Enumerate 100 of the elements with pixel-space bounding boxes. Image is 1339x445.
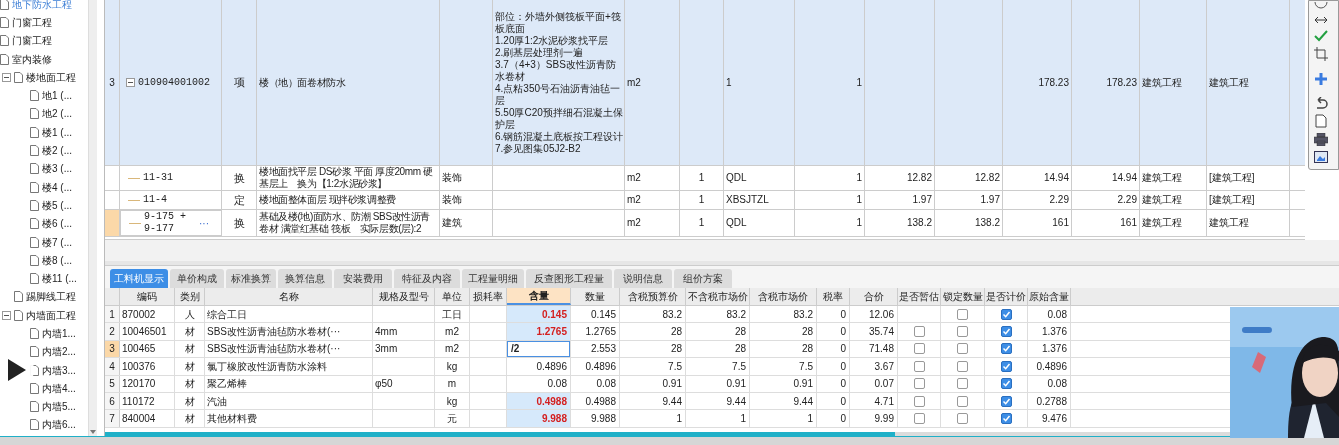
tree-item[interactable]: 地1 (... xyxy=(42,88,72,104)
tree-item[interactable]: 门窗工程 xyxy=(12,14,52,30)
checkbox[interactable] xyxy=(913,343,925,355)
tree-item[interactable]: 内墙4... xyxy=(42,380,76,396)
tree-item[interactable]: 楼地面工程 xyxy=(26,69,76,85)
checkbox[interactable] xyxy=(957,308,968,320)
table-cell-text: 建筑工程 xyxy=(1141,76,1183,89)
tree-item[interactable]: 楼11 (... xyxy=(42,271,77,287)
tree-item[interactable]: 楼8 (... xyxy=(42,252,72,268)
row-header[interactable]: 3 xyxy=(105,0,120,165)
tree-item[interactable]: 室内装修 xyxy=(12,51,52,67)
toggle-icon[interactable] xyxy=(126,78,135,87)
column-header[interactable]: 是否计价 xyxy=(985,288,1028,305)
table-cell-text: 0.145 xyxy=(540,307,568,322)
code-cell[interactable]: 11-4 xyxy=(143,194,193,206)
tree-item[interactable]: 地下防水工程 xyxy=(12,0,72,12)
checkbox[interactable] xyxy=(957,360,968,372)
table-cell-text: 2.29 xyxy=(1048,194,1070,206)
toggle-icon[interactable] xyxy=(2,72,11,82)
tab[interactable]: 标准换算 xyxy=(226,269,276,288)
tree-item[interactable]: 内墙2... xyxy=(42,344,76,360)
check-icon[interactable] xyxy=(1314,30,1328,42)
tree-item[interactable]: 楼5 (... xyxy=(42,197,72,213)
checkbox[interactable] xyxy=(957,395,968,407)
column-header[interactable]: 含量 xyxy=(507,288,571,305)
tab[interactable]: 安装费用 xyxy=(334,269,392,288)
checkbox[interactable] xyxy=(1000,360,1012,372)
checkbox[interactable] xyxy=(913,378,925,390)
toggle-icon[interactable] xyxy=(2,310,11,320)
image-icon[interactable] xyxy=(1314,151,1328,163)
column-header[interactable]: 规格及型号 xyxy=(373,288,435,305)
tree-item[interactable]: 楼4 (... xyxy=(42,179,72,195)
column-header[interactable]: 名称 xyxy=(205,288,373,305)
column-header[interactable]: 类别 xyxy=(175,288,205,305)
code-cell[interactable]: 11-31 xyxy=(143,172,193,184)
column-header[interactable]: 税率 xyxy=(817,288,850,305)
table-cell-text: 材 xyxy=(183,394,196,409)
column-header[interactable]: 原始含量 xyxy=(1028,288,1071,305)
tree-item[interactable]: 楼7 (... xyxy=(42,234,72,250)
checkbox[interactable] xyxy=(1000,343,1012,355)
resize-icon[interactable] xyxy=(1314,15,1328,25)
row-header[interactable]: 1 xyxy=(105,306,120,323)
checkbox[interactable] xyxy=(913,413,925,425)
tree-item[interactable]: 内墙5... xyxy=(42,399,76,415)
column-header[interactable]: 编码 xyxy=(120,288,175,305)
checkbox[interactable] xyxy=(913,326,925,338)
table-cell-text: 1.2765 xyxy=(535,325,568,340)
checkbox[interactable] xyxy=(1000,326,1012,338)
scrollbar[interactable] xyxy=(105,432,895,436)
undo-icon[interactable] xyxy=(1314,97,1328,109)
column-header[interactable]: 不含税市场价 xyxy=(686,288,750,305)
tree-item[interactable]: 内墙面工程 xyxy=(26,307,76,323)
type-cell: 换 xyxy=(222,166,257,190)
checkbox[interactable] xyxy=(1000,413,1012,425)
column-header[interactable]: 合价 xyxy=(850,288,898,305)
scrollbar[interactable] xyxy=(88,0,97,436)
more-button[interactable]: ··· xyxy=(199,215,209,231)
tab[interactable]: 说明信息 xyxy=(614,269,672,288)
tab[interactable]: 换算信息 xyxy=(278,269,332,288)
checkbox[interactable] xyxy=(957,378,968,390)
tree-item[interactable]: 内墙1... xyxy=(42,326,76,341)
checkbox[interactable] xyxy=(1000,308,1012,320)
checkbox[interactable] xyxy=(1000,378,1012,390)
checkbox[interactable] xyxy=(913,395,925,407)
code-cell[interactable]: 010904001002 xyxy=(138,76,210,89)
table-cell-text: kg xyxy=(445,394,459,409)
tree-item[interactable]: 内墙3... xyxy=(42,362,76,378)
checkbox[interactable] xyxy=(957,326,968,338)
column-header[interactable]: 含税预算价 xyxy=(620,288,686,305)
column-header[interactable]: 是否暂估 xyxy=(898,288,941,305)
crop-icon[interactable] xyxy=(1314,47,1328,61)
tab[interactable]: 组价方案 xyxy=(674,269,732,288)
tab[interactable]: 工程量明细 xyxy=(462,269,524,288)
checkbox[interactable] xyxy=(957,413,968,425)
tree-item[interactable]: 楼1 (... xyxy=(42,124,72,140)
column-header[interactable]: 锁定数量 xyxy=(941,288,985,305)
tree-item[interactable]: 踢脚线工程 xyxy=(26,289,76,305)
tree-item[interactable]: 楼2 (... xyxy=(42,143,72,158)
tree-item[interactable]: 内墙6... xyxy=(42,417,76,433)
tree-item[interactable]: 楼3 (... xyxy=(42,161,72,177)
checkbox[interactable] xyxy=(913,360,925,372)
code-cell[interactable]: 9-175 + 9-177 xyxy=(144,211,194,235)
tree-item[interactable]: 门窗工程 xyxy=(12,33,52,49)
printer-icon[interactable] xyxy=(1314,133,1328,146)
row-header[interactable]: 7 xyxy=(105,410,120,427)
table-cell-text: 120170 xyxy=(121,377,157,392)
row-header[interactable]: 4 xyxy=(105,358,120,375)
tab[interactable]: 反查图形工程量 xyxy=(526,269,612,288)
tree-item[interactable]: 楼6 (... xyxy=(42,216,72,232)
tab[interactable]: 特征及内容 xyxy=(394,269,460,288)
plus-icon[interactable] xyxy=(1314,72,1328,86)
tab[interactable]: 单价构成 xyxy=(170,269,224,288)
row-header[interactable]: 2 xyxy=(105,323,120,340)
tree-item[interactable]: 地2 (... xyxy=(42,106,72,122)
document-icon[interactable] xyxy=(1314,114,1328,128)
column-header[interactable]: 单位 xyxy=(435,288,470,305)
checkbox[interactable] xyxy=(957,343,968,355)
column-header[interactable]: 数量 xyxy=(571,288,620,305)
column-header[interactable]: 含税市场价 xyxy=(750,288,817,305)
checkbox[interactable] xyxy=(1000,395,1012,407)
